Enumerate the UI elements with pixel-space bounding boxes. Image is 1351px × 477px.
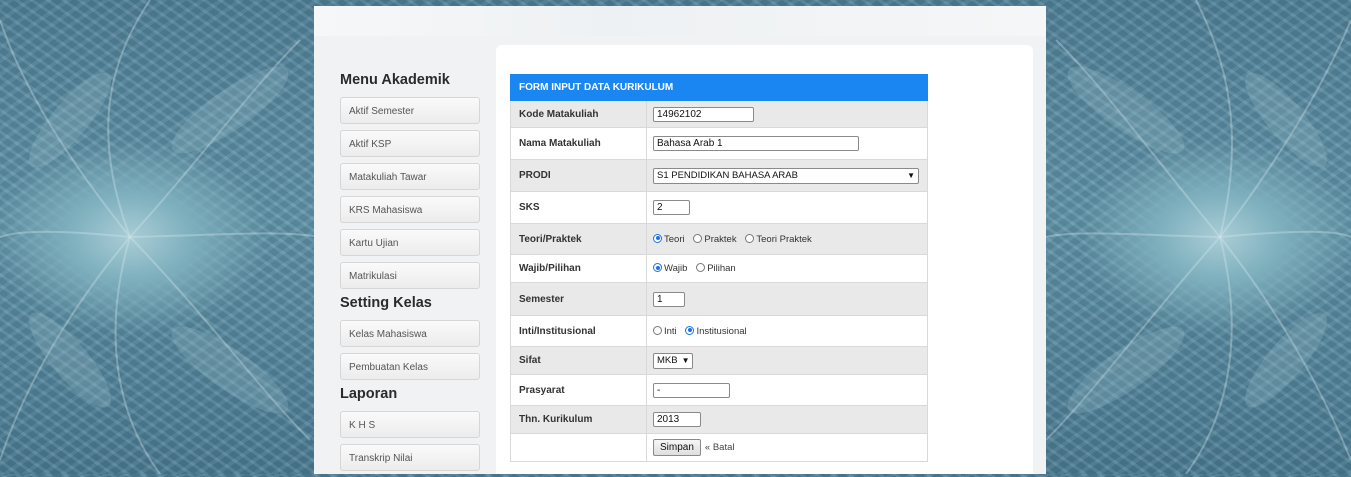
- action-label-empty: [510, 433, 647, 462]
- field-label-inti: Inti/Institusional: [510, 315, 647, 347]
- sidebar-section-title-setting-kelas: Setting Kelas: [340, 295, 432, 311]
- field-label-wajib: Wajib/Pilihan: [510, 254, 647, 283]
- form-header: FORM INPUT DATA KURIKULUM: [510, 74, 928, 101]
- chevron-down-icon: ▼: [907, 171, 915, 180]
- radio-wajib[interactable]: [653, 263, 662, 272]
- radio-institusional[interactable]: [685, 325, 695, 335]
- sidebar-item-krs-mahasiswa[interactable]: KRS Mahasiswa: [340, 196, 480, 223]
- field-label-sks: SKS: [510, 191, 647, 224]
- sidebar-section-title-akademik: Menu Akademik: [340, 72, 450, 88]
- sidebar-item-khs[interactable]: K H S: [340, 411, 480, 438]
- radio-inti[interactable]: [653, 325, 662, 335]
- sidebar-section-title-laporan: Laporan: [340, 386, 398, 402]
- save-button[interactable]: Simpan: [653, 439, 701, 456]
- radio-label-teori: Teori: [664, 233, 685, 245]
- sidebar-item-transkrip-nilai[interactable]: Transkrip Nilai: [340, 444, 480, 471]
- cancel-link[interactable]: « Batal: [705, 442, 735, 453]
- sidebar-item-aktif-ksp[interactable]: Aktif KSP: [340, 130, 480, 157]
- semester-input[interactable]: [653, 291, 685, 307]
- sifat-select[interactable]: MKB ▼: [653, 352, 693, 369]
- sidebar-item-matrikulasi[interactable]: Matrikulasi: [340, 262, 480, 289]
- sidebar-item-aktif-semester[interactable]: Aktif Semester: [340, 97, 480, 124]
- sidebar-item-pembuatan-kelas[interactable]: Pembuatan Kelas: [340, 353, 480, 380]
- background-art-left: [0, 0, 320, 474]
- sidebar-item-kartu-ujian[interactable]: Kartu Ujian: [340, 229, 480, 256]
- kode-matakuliah-input[interactable]: [653, 106, 754, 122]
- radio-label-pilihan: Pilihan: [707, 263, 736, 274]
- radio-label-wajib: Wajib: [664, 263, 688, 274]
- radio-pilihan[interactable]: [696, 263, 706, 272]
- prodi-select[interactable]: S1 PENDIDIKAN BAHASA ARAB ▼: [653, 167, 919, 184]
- tahun-kurikulum-input[interactable]: [653, 412, 701, 427]
- prodi-selected-value: S1 PENDIDIKAN BAHASA ARAB: [657, 170, 798, 181]
- field-label-kode: Kode Matakuliah: [510, 100, 647, 128]
- field-label-prasyarat: Prasyarat: [510, 374, 647, 406]
- nama-matakuliah-input[interactable]: [653, 136, 859, 151]
- sks-input[interactable]: [653, 200, 690, 215]
- sidebar-item-matakuliah-tawar[interactable]: Matakuliah Tawar: [340, 163, 480, 190]
- radio-label-teori-praktek: Teori Praktek: [756, 233, 812, 245]
- prasyarat-input[interactable]: [653, 382, 730, 398]
- radio-label-institusional: Institusional: [696, 325, 747, 337]
- sifat-selected-value: MKB: [657, 355, 678, 366]
- radio-label-praktek: Praktek: [704, 233, 737, 245]
- radio-praktek[interactable]: [693, 233, 703, 243]
- field-label-prodi: PRODI: [510, 159, 647, 192]
- radio-label-inti: Inti: [664, 325, 677, 337]
- radio-teori-praktek[interactable]: [745, 233, 755, 243]
- top-banner: [314, 6, 1046, 36]
- field-label-nama: Nama Matakuliah: [510, 127, 647, 160]
- field-label-teori: Teori/Praktek: [510, 223, 647, 255]
- field-label-sifat: Sifat: [510, 346, 647, 375]
- sidebar-item-kelas-mahasiswa[interactable]: Kelas Mahasiswa: [340, 320, 480, 347]
- kurikulum-form: FORM INPUT DATA KURIKULUM Kode Matakulia…: [510, 74, 928, 462]
- page-wrapper: Menu Akademik Aktif Semester Aktif KSP M…: [314, 6, 1046, 474]
- field-label-semester: Semester: [510, 282, 647, 316]
- main-content: FORM INPUT DATA KURIKULUM Kode Matakulia…: [496, 45, 1033, 474]
- radio-teori[interactable]: [653, 233, 662, 243]
- field-label-tahun: Thn. Kurikulum: [510, 405, 647, 434]
- chevron-down-icon: ▼: [681, 356, 690, 365]
- background-art-right: [1046, 0, 1351, 474]
- sidebar: Menu Akademik Aktif Semester Aktif KSP M…: [340, 66, 486, 477]
